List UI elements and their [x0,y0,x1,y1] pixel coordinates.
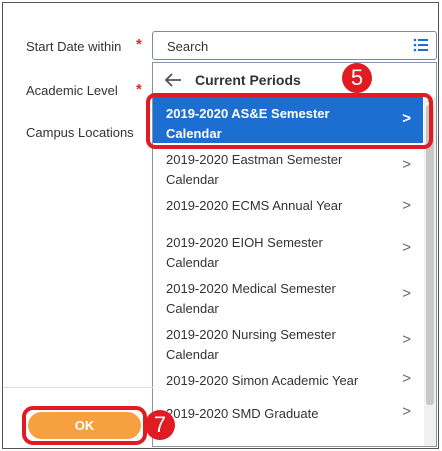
list-item[interactable]: 2019-2020 ECMS Annual Year > [153,189,423,226]
campus-locations-label: Campus Locations [26,125,134,140]
item-line2: Calendar [166,301,219,316]
item-line1: 2019-2020 AS&E Semester [166,106,330,121]
list-icon[interactable] [412,36,430,54]
academic-level-label: Academic Level [26,83,118,98]
list-item[interactable]: 2019-2020 Medical Semester Calendar > [153,272,423,318]
item-line1: 2019-2020 Simon Academic Year [166,373,359,388]
item-line2: Calendar [166,347,219,362]
chevron-right-icon: > [402,370,411,387]
item-line2: Calendar [166,172,219,187]
start-date-label: Start Date within [26,39,122,54]
step-badge: 7 [145,410,175,440]
scroll-thumb[interactable] [426,105,434,405]
chevron-right-icon: > [402,403,411,420]
scroll-up-icon[interactable]: ▲ [426,97,433,104]
search-input[interactable]: Search [152,31,437,60]
search-placeholder: Search [167,39,209,54]
chevron-right-icon: > [402,197,411,214]
list-item[interactable]: 2019-2020 Nursing Semester Calendar > [153,318,423,364]
item-line1: 2019-2020 Medical Semester [166,281,336,296]
list-item[interactable]: 2019-2020 SMD Graduate > [153,397,423,430]
arrow-left-icon[interactable] [164,72,182,88]
item-line1: 2019-2020 ECMS Annual Year [166,198,343,213]
required-asterisk: * [136,36,142,53]
chevron-right-icon: > [402,285,411,302]
period-list: 2019-2020 AS&E Semester Calendar > 2019-… [153,97,423,430]
list-item[interactable]: 2019-2020 AS&E Semester Calendar > [153,97,423,143]
item-line2: Calendar [166,255,219,270]
item-line1: 2019-2020 SMD Graduate [166,406,319,421]
step-badge: 5 [342,63,372,93]
chevron-right-icon: > [402,110,411,127]
divider [3,387,153,388]
chevron-right-icon: > [402,156,411,173]
panel-title: Current Periods [195,72,301,88]
chevron-right-icon: > [402,331,411,348]
chevron-right-icon: > [402,239,411,256]
list-item[interactable]: 2019-2020 Simon Academic Year > [153,364,423,397]
periods-dropdown: Current Periods 2019-2020 AS&E Semester … [152,62,437,447]
item-line1: 2019-2020 EIOH Semester [166,235,323,250]
panel-header: Current Periods [153,63,436,97]
required-asterisk: * [136,81,142,98]
list-item[interactable]: 2019-2020 Eastman Semester Calendar > [153,143,423,189]
list-item[interactable]: 2019-2020 EIOH Semester Calendar > [153,226,423,272]
ok-button[interactable]: OK [28,412,141,439]
item-line1: 2019-2020 Nursing Semester [166,327,336,342]
scrollbar[interactable]: ▲ [424,97,436,446]
item-line1: 2019-2020 Eastman Semester [166,152,343,167]
item-line2: Calendar [166,126,222,141]
